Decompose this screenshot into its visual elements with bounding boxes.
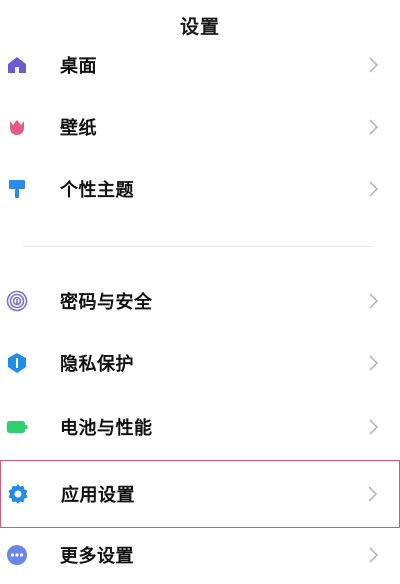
chevron-right-icon	[368, 546, 380, 564]
shield-icon	[6, 352, 28, 374]
chevron-right-icon	[368, 292, 380, 310]
fingerprint-icon	[6, 290, 28, 312]
settings-row-password-security[interactable]: 密码与安全	[0, 272, 400, 330]
settings-row-label: 应用设置	[61, 485, 135, 506]
group-divider	[22, 246, 372, 247]
settings-row-label: 壁纸	[60, 118, 97, 139]
settings-row-label: 更多设置	[60, 546, 134, 567]
settings-row-app-settings[interactable]: 应用设置	[0, 460, 400, 528]
chevron-right-icon	[368, 354, 380, 372]
battery-icon	[6, 416, 28, 438]
settings-row-theme[interactable]: 个性主题	[0, 160, 400, 218]
settings-row-wallpaper[interactable]: 壁纸	[0, 98, 400, 156]
settings-row-label: 桌面	[60, 56, 97, 77]
settings-row-label: 电池与性能	[60, 418, 153, 439]
gear-icon	[7, 483, 29, 505]
more-dots-icon	[6, 544, 28, 566]
settings-row-label: 密码与安全	[60, 292, 153, 313]
page-title: 设置	[179, 16, 220, 38]
chevron-right-icon	[368, 56, 380, 74]
chevron-right-icon	[367, 485, 379, 503]
paintbrush-icon	[6, 178, 28, 200]
settings-row-desktop[interactable]: 桌面	[0, 36, 400, 94]
home-icon	[6, 54, 28, 76]
chevron-right-icon	[368, 180, 380, 198]
chevron-right-icon	[368, 418, 380, 436]
settings-row-privacy[interactable]: 隐私保护	[0, 334, 400, 392]
settings-row-label: 个性主题	[60, 180, 134, 201]
tulip-icon	[6, 116, 28, 138]
settings-row-more-settings[interactable]: 更多设置	[0, 526, 400, 584]
settings-row-battery[interactable]: 电池与性能	[0, 398, 400, 456]
settings-row-label: 隐私保护	[60, 354, 134, 375]
chevron-right-icon	[368, 118, 380, 136]
